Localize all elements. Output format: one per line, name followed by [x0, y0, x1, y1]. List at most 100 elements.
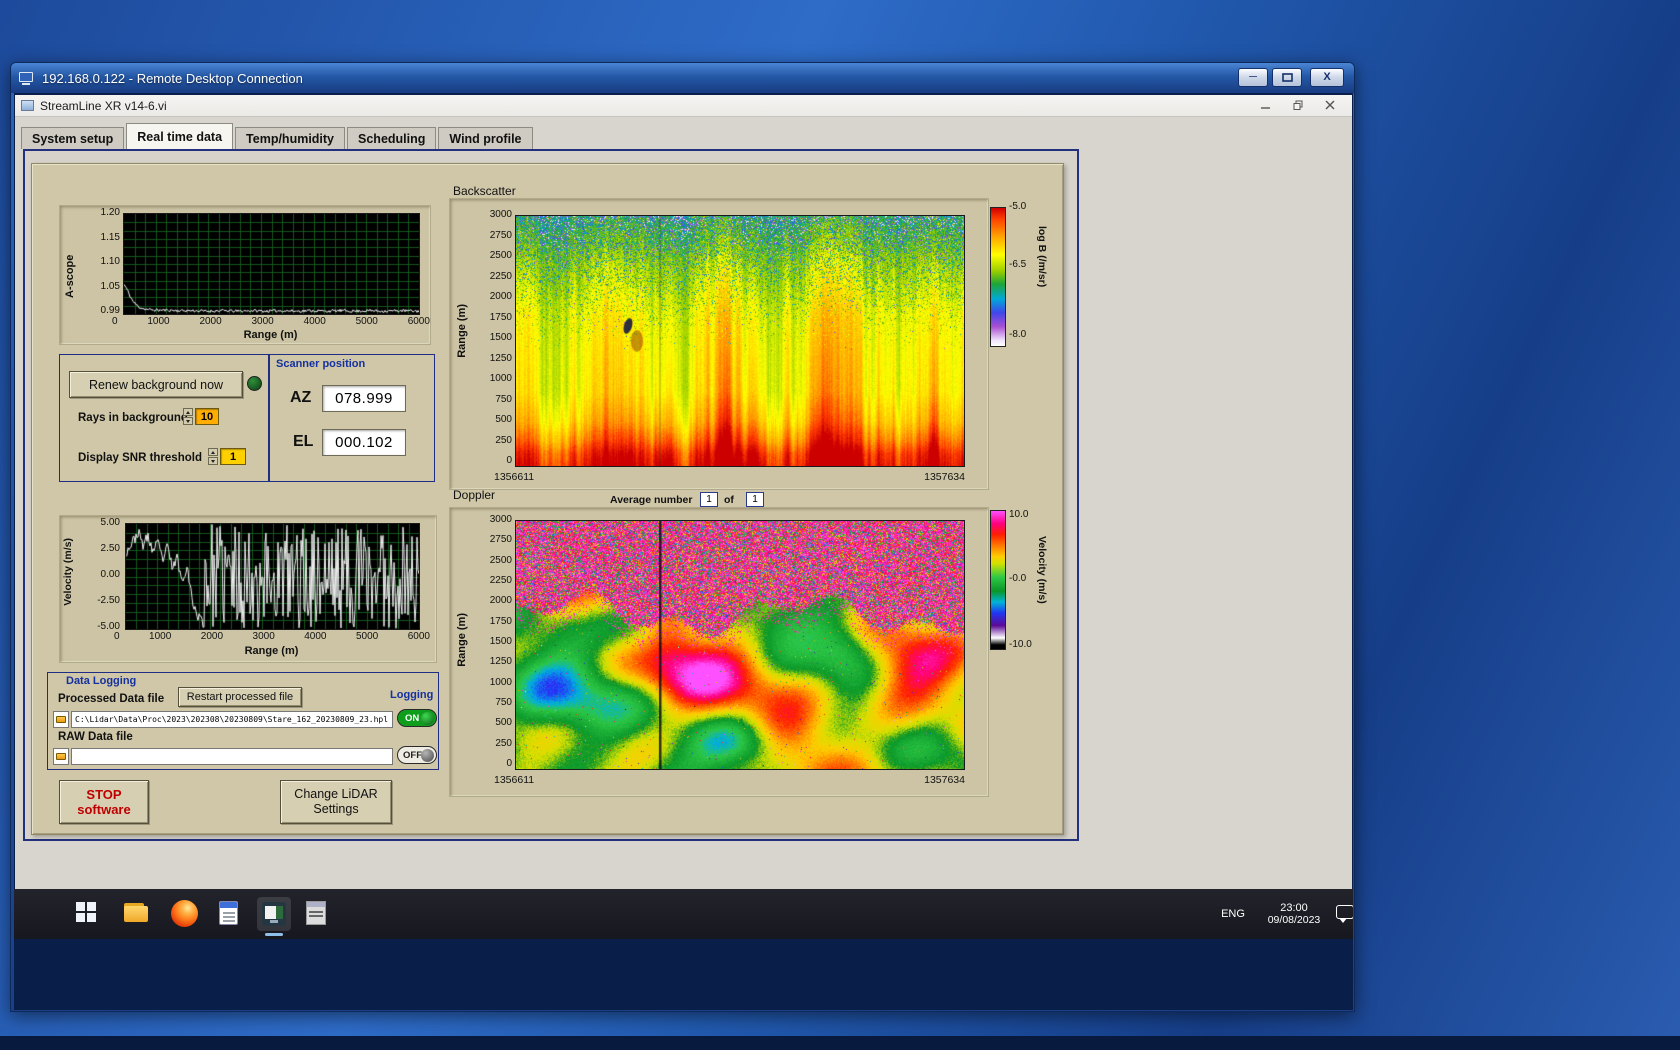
logging-label: Logging: [390, 689, 433, 701]
off-label: OFF: [403, 750, 422, 761]
firefox-icon: [171, 900, 198, 927]
rdp-maximize-button[interactable]: [1272, 68, 1302, 87]
tick-label: 1750: [490, 312, 512, 324]
app-window: StreamLine XR v14-6.vi System setup Real…: [15, 95, 1352, 889]
backscatter-y-ticks: 3000275025002250200017501500125010007505…: [478, 209, 512, 467]
rdp-minimize-button[interactable]: ─: [1238, 68, 1268, 87]
el-value[interactable]: 000.102: [322, 429, 406, 456]
app-close-button[interactable]: [1314, 95, 1346, 115]
tick-label: 1.15: [101, 232, 120, 244]
restart-processed-file-button[interactable]: Restart processed file: [178, 687, 302, 707]
ascope-y-ticks: 1.201.151.101.050.99: [86, 207, 120, 317]
velocity-y-axis-title: Velocity (m/s): [62, 538, 74, 606]
az-value[interactable]: 078.999: [322, 385, 406, 412]
average-of-label: of: [724, 494, 734, 506]
rays-value[interactable]: 10: [195, 408, 219, 425]
active-app-underline: [265, 933, 283, 936]
tab-real-time-data[interactable]: Real time data: [126, 123, 233, 149]
tick-label: 1.05: [101, 281, 120, 293]
average-total-value[interactable]: 1: [746, 492, 764, 507]
average-number-value[interactable]: 1: [700, 492, 718, 507]
tick-label: 5000: [356, 631, 378, 642]
tick-label: 4000: [304, 631, 326, 642]
backscatter-cb-label: log B (/m/sr): [1036, 226, 1048, 287]
scan-scheduler-button[interactable]: [306, 901, 326, 925]
tick-label: 5000: [356, 316, 378, 327]
firefox-button[interactable]: [171, 900, 198, 927]
clock[interactable]: 23:00 09/08/2023: [1256, 895, 1332, 933]
tab-scheduling[interactable]: Scheduling: [347, 127, 436, 149]
tick-label: 4000: [304, 316, 326, 327]
ascope-chart-box: A-scope 1.201.151.101.050.99 01000200030…: [59, 205, 431, 345]
change-button-line2: Settings: [313, 802, 358, 817]
renew-background-button[interactable]: Renew background now: [69, 371, 243, 398]
snr-spinner[interactable]: [208, 448, 218, 465]
stop-software-button[interactable]: STOP software: [59, 780, 149, 824]
doppler-y-axis-title: Range (m): [456, 613, 468, 667]
text-editor-button[interactable]: [219, 901, 238, 925]
raw-logging-toggle[interactable]: OFF: [397, 746, 437, 764]
text-editor-icon: [219, 901, 238, 925]
processed-path-field[interactable]: C:\Lidar\Data\Proc\2023\202308\20230809\…: [71, 711, 393, 728]
app-restore-button[interactable]: [1282, 95, 1314, 115]
language-indicator[interactable]: ENG: [1214, 895, 1252, 933]
change-lidar-settings-button[interactable]: Change LiDAR Settings: [280, 780, 392, 824]
toggle-knob: [421, 749, 434, 762]
app-title: StreamLine XR v14-6.vi: [40, 99, 167, 113]
app-minimize-button[interactable]: [1250, 95, 1282, 115]
tick-label: 250: [495, 435, 512, 447]
rays-spinner[interactable]: [183, 408, 193, 425]
doppler-cb-tick-bot: -10.0: [1009, 639, 1032, 651]
tab-wind-profile[interactable]: Wind profile: [438, 127, 532, 149]
backscatter-cb-tick-mid: -6.5: [1009, 259, 1026, 271]
raw-path-browse-button[interactable]: [53, 748, 69, 765]
doppler-cb-tick-top: 10.0: [1009, 509, 1028, 521]
background-led: [247, 376, 262, 391]
change-button-line1: Change LiDAR: [294, 787, 377, 802]
snr-label: Display SNR threshold: [78, 452, 202, 464]
tick-label: 6000: [408, 631, 430, 642]
active-app-button[interactable]: [257, 897, 291, 931]
tick-label: 2500: [490, 250, 512, 262]
rdp-close-button[interactable]: X: [1310, 68, 1344, 87]
processed-path-browse-button[interactable]: [53, 711, 69, 728]
ascope-y-axis-title: A-scope: [64, 234, 76, 298]
doppler-colorbar: [990, 510, 1006, 650]
tab-temp-humidity[interactable]: Temp/humidity: [235, 127, 345, 149]
start-button[interactable]: [76, 902, 96, 922]
velocity-x-ticks: 0100020003000400050006000: [114, 631, 430, 642]
tick-label: 0: [506, 758, 512, 770]
folder-small-icon: [56, 716, 66, 723]
processed-logging-toggle[interactable]: ON: [397, 709, 437, 727]
raw-file-label: RAW Data file: [58, 731, 133, 743]
tick-label: 2250: [490, 271, 512, 283]
tab-system-setup[interactable]: System setup: [21, 127, 124, 149]
el-label: EL: [293, 433, 313, 451]
snr-value[interactable]: 1: [220, 448, 246, 465]
tick-label: 2750: [490, 230, 512, 242]
velocity-chart-box: Velocity (m/s) 5.002.500.00-2.50-5.00 01…: [59, 515, 437, 663]
rdp-titlebar[interactable]: 192.168.0.122 - Remote Desktop Connectio…: [11, 63, 1354, 93]
chat-bubble-icon: [1336, 905, 1353, 919]
folder-icon: [124, 903, 148, 923]
tick-label: 0: [506, 455, 512, 467]
clock-date: 09/08/2023: [1268, 914, 1321, 926]
notifications-button[interactable]: [1336, 905, 1353, 919]
file-explorer-button[interactable]: [124, 903, 148, 923]
tick-label: 750: [495, 394, 512, 406]
tick-label: 750: [495, 697, 512, 709]
tab-bar: System setup Real time data Temp/humidit…: [21, 123, 533, 149]
tick-label: 1750: [490, 616, 512, 628]
remote-taskbar: ENG 23:00 09/08/2023: [14, 889, 1353, 939]
az-label: AZ: [290, 389, 311, 407]
raw-path-field[interactable]: [71, 748, 393, 765]
tick-label: 250: [495, 738, 512, 750]
tick-label: 1500: [490, 332, 512, 344]
scanner-position-group: Scanner position AZ 078.999 EL 000.102: [269, 354, 435, 482]
app-titlebar[interactable]: StreamLine XR v14-6.vi: [15, 95, 1352, 117]
velocity-x-axis-title: Range (m): [125, 645, 418, 657]
doppler-plot: [515, 520, 965, 770]
background-group: Renew background now Rays in background …: [59, 354, 269, 482]
tick-label: 3000: [490, 514, 512, 526]
remote-desktop: StreamLine XR v14-6.vi System setup Real…: [14, 93, 1353, 1010]
